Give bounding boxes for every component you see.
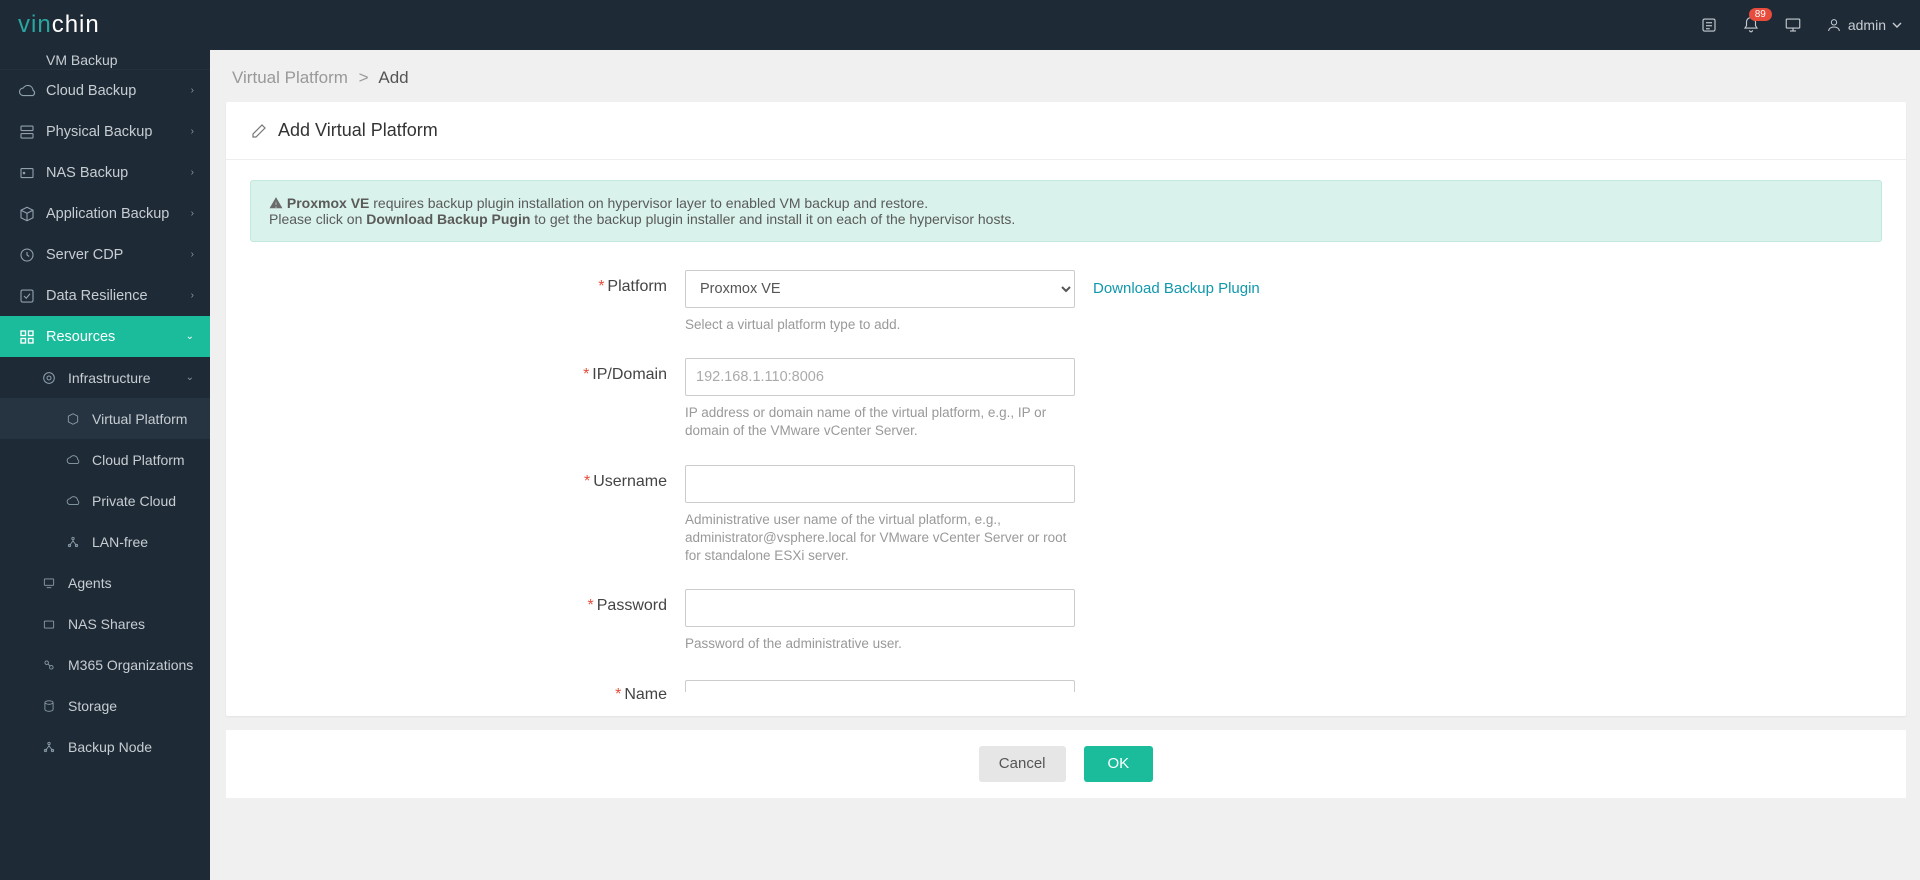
sidebar-item-cloud-backup[interactable]: Cloud Backup ›: [0, 70, 210, 111]
cloud-icon: [64, 451, 82, 469]
breadcrumb-sep: >: [359, 68, 369, 87]
username-input[interactable]: [685, 465, 1075, 503]
username-hint: Administrative user name of the virtual …: [685, 511, 1075, 566]
cdp-icon: [18, 246, 36, 264]
grid-icon: [18, 328, 36, 346]
sidebar-item-cloud-platform[interactable]: Cloud Platform: [0, 439, 210, 480]
brand-logo: vinchin: [18, 11, 100, 39]
server-icon: [18, 123, 36, 141]
main-content: Virtual Platform > Add Add Virtual Platf…: [210, 50, 1920, 880]
nas-icon: [18, 164, 36, 182]
warning-icon: [269, 196, 283, 210]
sidebar-item-agents[interactable]: Agents: [0, 562, 210, 603]
header-right: 89 admin: [1700, 16, 1902, 34]
row-password: *Password Password of the administrative…: [250, 589, 1882, 653]
top-bar: vinchin 89 admin: [0, 0, 1920, 50]
sidebar: VM Backup Cloud Backup › Physical Backup…: [0, 50, 210, 880]
password-input[interactable]: [685, 589, 1075, 627]
infra-icon: [40, 369, 58, 387]
ip-hint: IP address or domain name of the virtual…: [685, 404, 1075, 440]
log-icon[interactable]: [1700, 16, 1718, 34]
brand-post: chin: [52, 11, 100, 38]
chevron-right-icon: ›: [191, 167, 194, 178]
sidebar-item-server-cdp[interactable]: Server CDP ›: [0, 234, 210, 275]
sidebar-item-storage[interactable]: Storage: [0, 685, 210, 726]
card: Add Virtual Platform Proxmox VE requires…: [226, 102, 1906, 716]
org-icon: [40, 656, 58, 674]
folder-icon: [40, 615, 58, 633]
breadcrumb-current: Add: [378, 68, 408, 87]
sidebar-item-resources[interactable]: Resources ⌄: [0, 316, 210, 357]
cube-icon: [18, 205, 36, 223]
breadcrumb: Virtual Platform > Add: [210, 50, 1920, 102]
network-icon: [64, 533, 82, 551]
sidebar-item-data-resilience[interactable]: Data Resilience ›: [0, 275, 210, 316]
cloud-icon: [18, 82, 36, 100]
chevron-right-icon: ›: [191, 208, 194, 219]
footer-actions: Cancel OK: [226, 730, 1906, 798]
row-name: *Name: [250, 678, 1882, 704]
user-name: admin: [1848, 17, 1886, 33]
sidebar-item-infrastructure[interactable]: Infrastructure ⌄: [0, 357, 210, 398]
cloud-lock-icon: [64, 492, 82, 510]
breadcrumb-root[interactable]: Virtual Platform: [232, 68, 348, 87]
monitor-icon: [40, 574, 58, 592]
monitor-icon[interactable]: [1784, 16, 1802, 34]
platform-hint: Select a virtual platform type to add.: [685, 316, 1075, 334]
row-ip: *IP/Domain IP address or domain name of …: [250, 358, 1882, 440]
download-plugin-link[interactable]: Download Backup Plugin: [1093, 280, 1260, 297]
name-input[interactable]: [685, 680, 1075, 692]
sidebar-item-private-cloud[interactable]: Private Cloud: [0, 480, 210, 521]
chevron-down-icon: ⌄: [186, 372, 194, 383]
platform-select[interactable]: Proxmox VE: [685, 270, 1075, 308]
row-platform: *Platform Proxmox VE Select a virtual pl…: [250, 270, 1882, 334]
sidebar-item-application-backup[interactable]: Application Backup ›: [0, 193, 210, 234]
brand-pre: vin: [18, 11, 52, 38]
sidebar-item-nas-shares[interactable]: NAS Shares: [0, 603, 210, 644]
sidebar-item-m365-organizations[interactable]: M365 Organizations: [0, 644, 210, 685]
cancel-button[interactable]: Cancel: [979, 746, 1066, 782]
notification-badge: 89: [1749, 8, 1772, 21]
chevron-down-icon: [1892, 22, 1902, 28]
info-alert: Proxmox VE requires backup plugin instal…: [250, 180, 1882, 242]
chevron-right-icon: ›: [191, 249, 194, 260]
ip-input[interactable]: [685, 358, 1075, 396]
chevron-right-icon: ›: [191, 85, 194, 96]
database-icon: [40, 697, 58, 715]
sidebar-item-nas-backup[interactable]: NAS Backup ›: [0, 152, 210, 193]
sidebar-item-lan-free[interactable]: LAN-free: [0, 521, 210, 562]
sidebar-item-vmbackup[interactable]: VM Backup: [0, 50, 210, 70]
chevron-right-icon: ›: [191, 126, 194, 137]
sidebar-item-backup-node[interactable]: Backup Node: [0, 726, 210, 767]
card-title: Add Virtual Platform: [226, 102, 1906, 159]
chevron-right-icon: ›: [191, 290, 194, 301]
resilience-icon: [18, 287, 36, 305]
row-username: *Username Administrative user name of th…: [250, 465, 1882, 566]
password-hint: Password of the administrative user.: [685, 635, 1075, 653]
ok-button[interactable]: OK: [1084, 746, 1154, 782]
sidebar-item-physical-backup[interactable]: Physical Backup ›: [0, 111, 210, 152]
cube-icon: [64, 410, 82, 428]
chevron-down-icon: ⌄: [186, 331, 194, 342]
edit-icon: [250, 122, 268, 140]
bell-icon[interactable]: 89: [1742, 16, 1760, 34]
node-icon: [40, 738, 58, 756]
sidebar-item-virtual-platform[interactable]: Virtual Platform: [0, 398, 210, 439]
user-menu[interactable]: admin: [1826, 17, 1902, 33]
